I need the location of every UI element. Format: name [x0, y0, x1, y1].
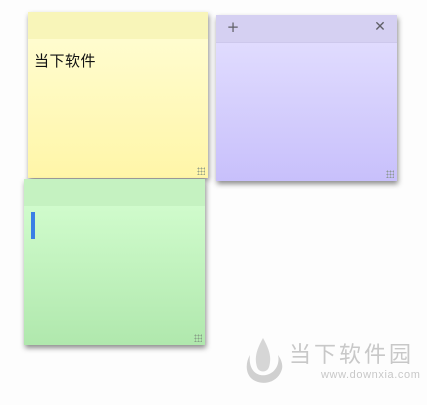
sticky-note-purple[interactable]: + ✕: [216, 15, 397, 181]
watermark-url: www.downxia.com: [321, 369, 421, 381]
sticky-note-green[interactable]: [24, 179, 205, 345]
resize-grip-icon[interactable]: [386, 170, 394, 178]
watermark: 当下软件园 www.downxia.com: [242, 335, 420, 391]
sticky-note-yellow[interactable]: 当下软件: [28, 12, 208, 178]
text-cursor: [31, 212, 35, 239]
resize-grip-icon[interactable]: [194, 334, 202, 342]
note-title-bar[interactable]: [28, 12, 208, 39]
note-title-bar[interactable]: [24, 179, 205, 206]
add-note-icon[interactable]: +: [225, 19, 241, 35]
watermark-title: 当下软件园: [289, 343, 415, 368]
note-text[interactable]: 当下软件: [34, 50, 96, 71]
note-title-bar[interactable]: + ✕: [216, 15, 397, 43]
close-note-icon[interactable]: ✕: [372, 19, 388, 35]
resize-grip-icon[interactable]: [197, 167, 205, 175]
watermark-logo-icon: [246, 338, 283, 383]
